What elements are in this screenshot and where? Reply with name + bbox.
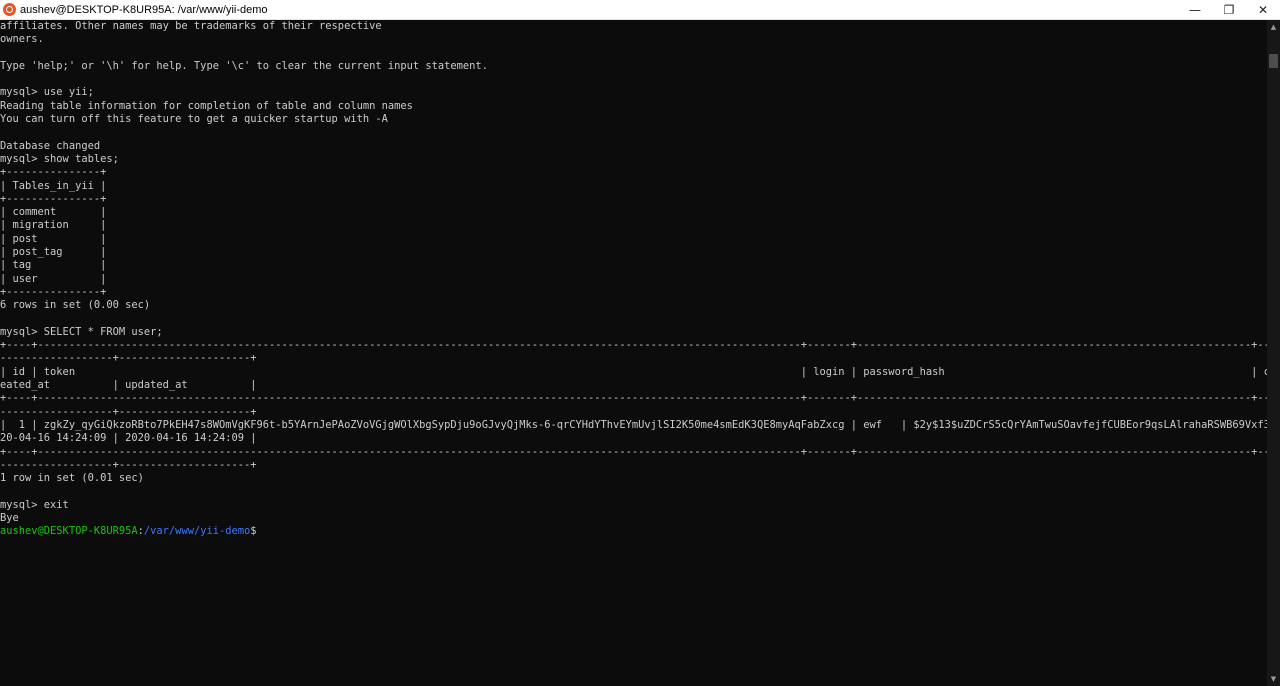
terminal-line: | tag | [0,259,107,272]
prompt-path: /var/www/yii-demo [143,525,251,538]
prompt-symbol: $ [250,525,257,538]
scrollbar-thumb[interactable] [1269,54,1278,68]
terminal-line: Bye [0,511,19,524]
maximize-button[interactable]: ❐ [1212,0,1246,19]
terminal-line: ------------------+---------------------… [0,352,257,365]
terminal-line: +---------------+ [0,192,107,205]
terminal-line: 1 row in set (0.01 sec) [0,472,144,485]
terminal-line: | post | [0,232,107,245]
terminal-line: | id | token | login | password_hash | c… [0,365,1267,378]
terminal-line: Database changed [0,139,101,152]
terminal-line: | Tables_in_yii | [0,179,107,192]
terminal-line: +----+----------------------------------… [0,339,1267,352]
title-bar: aushev@DESKTOP-K8UR95A: /var/www/yii-dem… [0,0,1280,20]
close-button[interactable]: ✕ [1246,0,1280,19]
terminal-line: eated_at | updated_at | [0,379,257,392]
terminal-line: +----+----------------------------------… [0,392,1267,405]
terminal-line: +----+----------------------------------… [0,445,1267,458]
terminal-line: mysql> show tables; [0,152,119,165]
shell-prompt[interactable]: aushev@DESKTOP-K8UR95A:/var/www/yii-demo… [0,525,1267,538]
terminal-line: 6 rows in set (0.00 sec) [0,299,151,312]
terminal-line: | migration | [0,219,107,232]
terminal-line: mysql> SELECT * FROM user; [0,325,163,338]
terminal-lines: affiliates. Other names may be trademark… [0,20,1267,525]
minimize-button[interactable]: — [1178,0,1212,19]
scroll-up-arrow-icon[interactable]: ▲ [1267,20,1280,34]
terminal-line: | user | [0,272,107,285]
terminal-line: mysql> exit [0,498,69,511]
terminal-line: | comment | [0,206,107,219]
terminal-line: +---------------+ [0,166,107,179]
terminal-line: +---------------+ [0,285,107,298]
terminal-line: ------------------+---------------------… [0,458,257,471]
terminal-line: Reading table information for completion… [0,99,413,112]
terminal-line: owners. [0,33,44,46]
window-title: aushev@DESKTOP-K8UR95A: /var/www/yii-dem… [20,3,268,16]
scroll-down-arrow-icon[interactable]: ▼ [1267,672,1280,686]
vertical-scrollbar[interactable]: ▲ ▼ [1267,20,1280,686]
terminal-line: | post_tag | [0,246,107,259]
terminal-line: You can turn off this feature to get a q… [0,113,388,126]
prompt-user-host: aushev@DESKTOP-K8UR95A [0,525,138,538]
terminal-line: ------------------+---------------------… [0,405,257,418]
ubuntu-icon [3,3,16,16]
terminal-line: 20-04-16 14:24:09 | 2020-04-16 14:24:09 … [0,432,257,445]
terminal-line: | 1 | zgkZy_qyGiQkzoRBto7PkEH47s8WOmVgKF… [0,418,1267,431]
terminal-line: affiliates. Other names may be trademark… [0,20,382,32]
terminal-line: mysql> use yii; [0,86,94,99]
terminal-output[interactable]: affiliates. Other names may be trademark… [0,20,1267,686]
terminal-line: Type 'help;' or '\h' for help. Type '\c'… [0,59,488,72]
window-controls: — ❐ ✕ [1178,0,1280,19]
